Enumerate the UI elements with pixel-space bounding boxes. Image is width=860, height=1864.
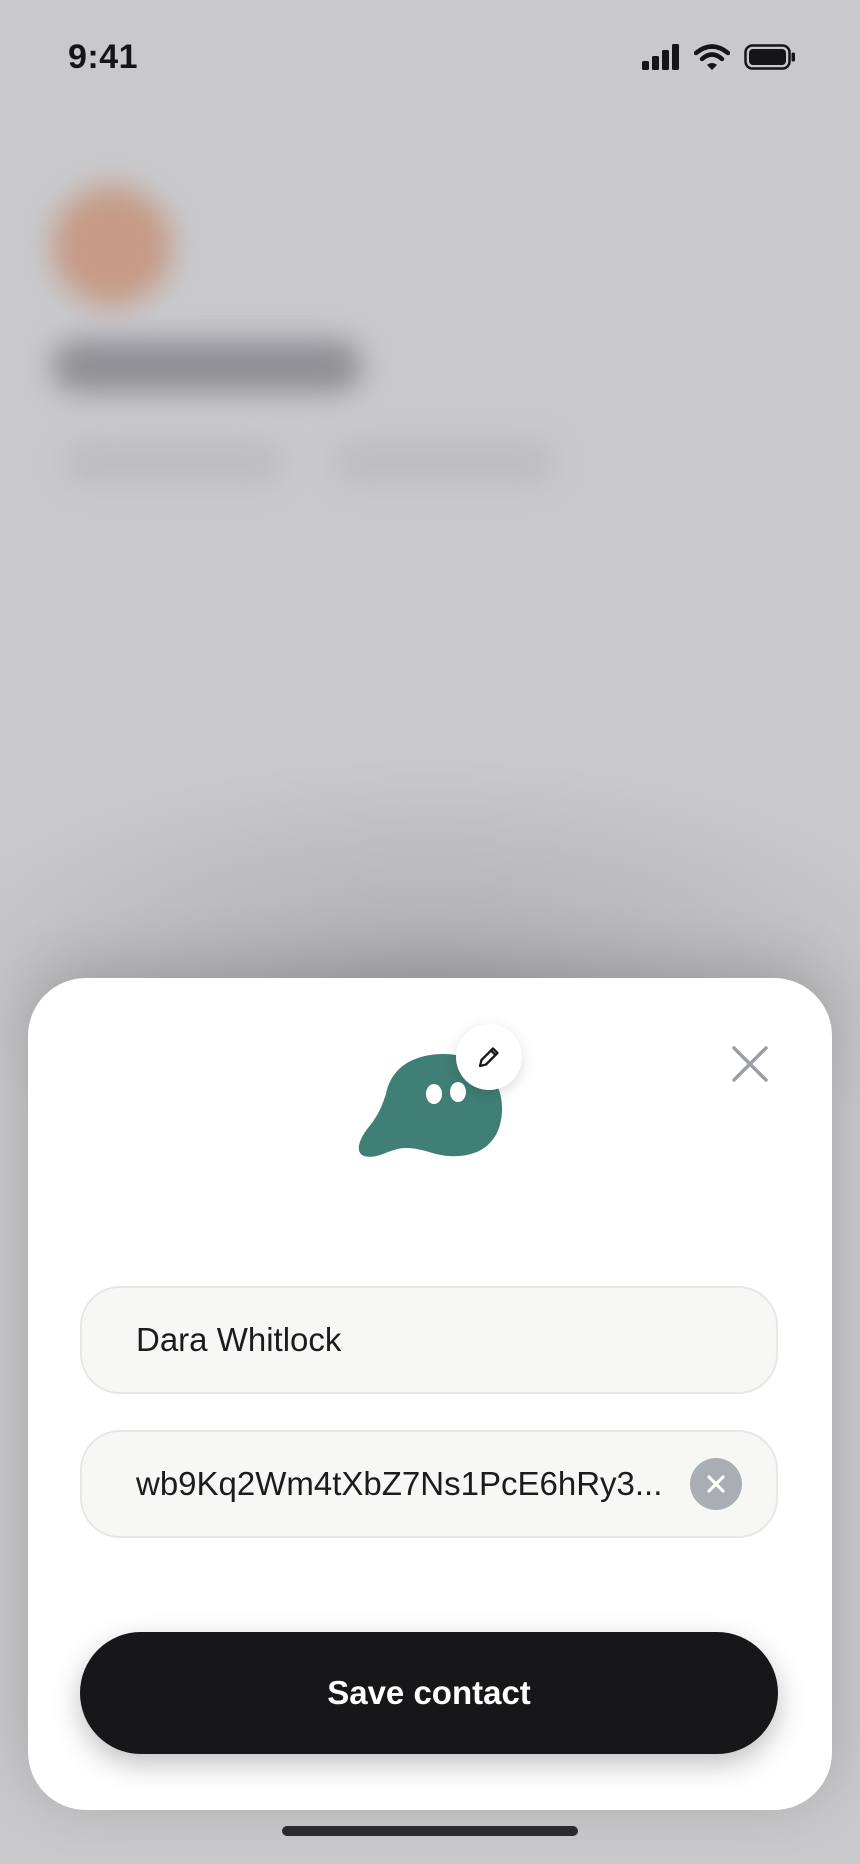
pencil-icon — [478, 1047, 499, 1068]
address-field[interactable] — [80, 1430, 778, 1538]
background-title-placeholder — [52, 340, 362, 392]
battery-icon — [744, 44, 795, 70]
background-avatar — [52, 186, 172, 306]
background-chip — [64, 440, 284, 484]
status-time: 9:41 — [68, 38, 139, 76]
status-icons — [642, 44, 796, 70]
address-input[interactable] — [136, 1465, 672, 1503]
background-chip — [334, 440, 554, 484]
edit-avatar-button[interactable] — [456, 1024, 522, 1090]
name-input[interactable] — [136, 1321, 736, 1359]
wifi-icon — [694, 44, 730, 70]
add-contact-sheet: Save contact — [28, 978, 832, 1810]
clear-address-button[interactable] — [690, 1458, 742, 1510]
clear-icon — [707, 1475, 725, 1493]
close-icon — [732, 1046, 768, 1082]
status-bar: 9:41 — [0, 0, 860, 120]
cellular-signal-icon — [642, 44, 679, 70]
save-contact-button[interactable]: Save contact — [80, 1632, 778, 1754]
home-indicator — [282, 1826, 578, 1836]
name-field[interactable] — [80, 1286, 778, 1394]
close-button[interactable] — [722, 1036, 778, 1092]
